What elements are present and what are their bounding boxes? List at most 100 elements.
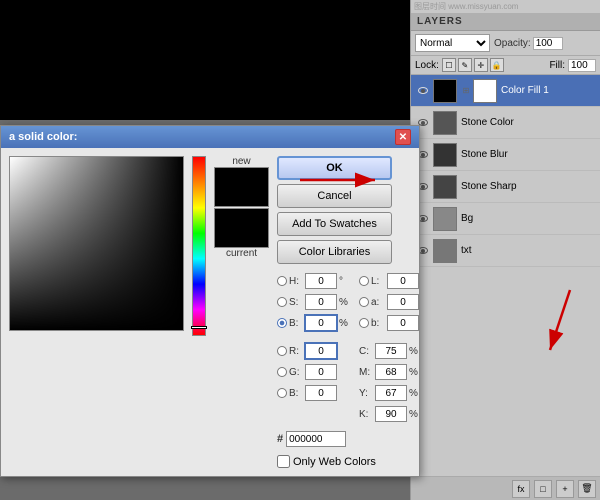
g-field-row: G: xyxy=(277,363,351,381)
fx-icon[interactable]: fx xyxy=(512,480,530,498)
m-unit: % xyxy=(409,367,421,378)
layer-mask-color-fill-1 xyxy=(473,79,497,103)
y-field-row: Y: % xyxy=(359,384,421,402)
h-input[interactable] xyxy=(305,273,337,289)
layer-label-stone-sharp: Stone Sharp xyxy=(461,181,596,192)
cmyk-col: L: a: b: xyxy=(359,272,421,423)
a-radio[interactable] xyxy=(359,297,369,307)
m-label: M: xyxy=(359,367,373,378)
dialog-title: a solid color: xyxy=(9,131,77,143)
lock-all-icon[interactable]: 🔒 xyxy=(490,58,504,72)
k-unit: % xyxy=(409,409,421,420)
layer-row-bg[interactable]: Bg xyxy=(411,203,600,235)
b-unit: % xyxy=(339,318,351,329)
a-input[interactable] xyxy=(387,294,419,310)
y-input[interactable] xyxy=(375,385,407,401)
layer-label-stone-color: Stone Color xyxy=(461,117,596,128)
h-field-row: H: ° xyxy=(277,272,351,290)
preview-current-label: current xyxy=(226,248,257,259)
lock-label: Lock: xyxy=(415,60,439,71)
b-field-row: B: % xyxy=(277,314,351,332)
b2-label: B: xyxy=(289,388,303,399)
layers-top-bar: Normal Opacity: xyxy=(411,31,600,56)
l-input[interactable] xyxy=(387,273,419,289)
mask-icon[interactable]: □ xyxy=(534,480,552,498)
layer-row-color-fill-1[interactable]: ⊞ Color Fill 1 xyxy=(411,75,600,107)
dialog-close-button[interactable]: ✕ xyxy=(395,129,411,145)
color-fields-section: H: ° S: % B: xyxy=(277,272,421,423)
fill-input[interactable] xyxy=(568,59,596,72)
web-colors-checkbox[interactable] xyxy=(277,455,290,468)
b-radio[interactable] xyxy=(277,318,287,328)
add-to-swatches-button[interactable]: Add To Swatches xyxy=(277,212,392,236)
layer-visibility-eye[interactable] xyxy=(415,83,431,99)
layers-title: LAYERS xyxy=(417,16,463,27)
lock-transparency-icon[interactable]: ☐ xyxy=(442,58,456,72)
layer-thumb-bg xyxy=(433,207,457,231)
ok-button[interactable]: OK xyxy=(277,156,392,180)
color-spectrum[interactable] xyxy=(9,156,184,331)
b-input[interactable] xyxy=(305,315,337,331)
watermark-text: 图层时间 www.missyuan.com xyxy=(411,0,600,13)
layer-row-stone-sharp[interactable]: Stone Sharp xyxy=(411,171,600,203)
layer-row-stone-color[interactable]: Stone Color xyxy=(411,107,600,139)
k-label: K: xyxy=(359,409,373,420)
h-unit: ° xyxy=(339,276,351,287)
l-label: L: xyxy=(371,276,385,287)
k-input[interactable] xyxy=(375,406,407,422)
s-radio[interactable] xyxy=(277,297,287,307)
g-radio[interactable] xyxy=(277,367,287,377)
a-field-row: a: xyxy=(359,293,421,311)
layers-lock-bar: Lock: ☐ ✎ ✛ 🔒 Fill: xyxy=(411,56,600,75)
opacity-input[interactable] xyxy=(533,37,563,50)
dialog-right-panel: OK Cancel Add To Swatches Color Librarie… xyxy=(277,156,421,468)
c-label: C: xyxy=(359,346,373,357)
s-label: S: xyxy=(289,297,303,308)
color-picker-dialog: a solid color: ✕ new current OK Cancel A… xyxy=(0,125,420,477)
g-input[interactable] xyxy=(305,364,337,380)
m-input[interactable] xyxy=(375,364,407,380)
hex-row: # xyxy=(277,431,421,447)
layer-thumb-color-fill-1 xyxy=(433,79,457,103)
c-input[interactable] xyxy=(375,343,407,359)
layers-header: LAYERS xyxy=(411,13,600,31)
h-radio[interactable] xyxy=(277,276,287,286)
g-label: G: xyxy=(289,367,303,378)
hue-slider[interactable] xyxy=(192,156,206,336)
l-radio[interactable] xyxy=(359,276,369,286)
preview-new-swatch xyxy=(214,167,269,207)
r-field-row: R: xyxy=(277,342,351,360)
k-field-row: K: % xyxy=(359,405,421,423)
layer-label-color-fill-1: Color Fill 1 xyxy=(501,85,596,96)
blab-input[interactable] xyxy=(387,315,419,331)
lock-icons: ☐ ✎ ✛ 🔒 xyxy=(442,58,504,72)
r-radio[interactable] xyxy=(277,346,287,356)
hex-input[interactable] xyxy=(286,431,346,447)
b2-field-row: B: xyxy=(277,384,351,402)
cancel-button[interactable]: Cancel xyxy=(277,184,392,208)
new-layer-icon[interactable]: + xyxy=(556,480,574,498)
layer-link-icon: ⊞ xyxy=(461,83,471,99)
b2-input[interactable] xyxy=(305,385,337,401)
hex-label: # xyxy=(277,433,283,445)
delete-layer-icon[interactable]: 🗑 xyxy=(578,480,596,498)
web-colors-row: Only Web Colors xyxy=(277,455,421,468)
layer-thumb-stone-blur xyxy=(433,143,457,167)
layer-thumb-stone-color xyxy=(433,111,457,135)
layer-thumb-stone-sharp xyxy=(433,175,457,199)
h-label: H: xyxy=(289,276,303,287)
color-spectrum-container xyxy=(9,156,184,468)
s-input[interactable] xyxy=(305,294,337,310)
preview-new-label: new xyxy=(232,156,250,167)
lock-move-icon[interactable]: ✛ xyxy=(474,58,488,72)
b2-radio[interactable] xyxy=(277,388,287,398)
layer-row-stone-blur[interactable]: Stone Blur xyxy=(411,139,600,171)
blab-radio[interactable] xyxy=(359,318,369,328)
lock-paint-icon[interactable]: ✎ xyxy=(458,58,472,72)
color-libraries-button[interactable]: Color Libraries xyxy=(277,240,392,264)
blend-mode-select[interactable]: Normal xyxy=(415,34,490,52)
layer-row-txt[interactable]: txt xyxy=(411,235,600,267)
s-unit: % xyxy=(339,297,351,308)
r-input[interactable] xyxy=(305,343,337,359)
c-field-row: C: % xyxy=(359,342,421,360)
